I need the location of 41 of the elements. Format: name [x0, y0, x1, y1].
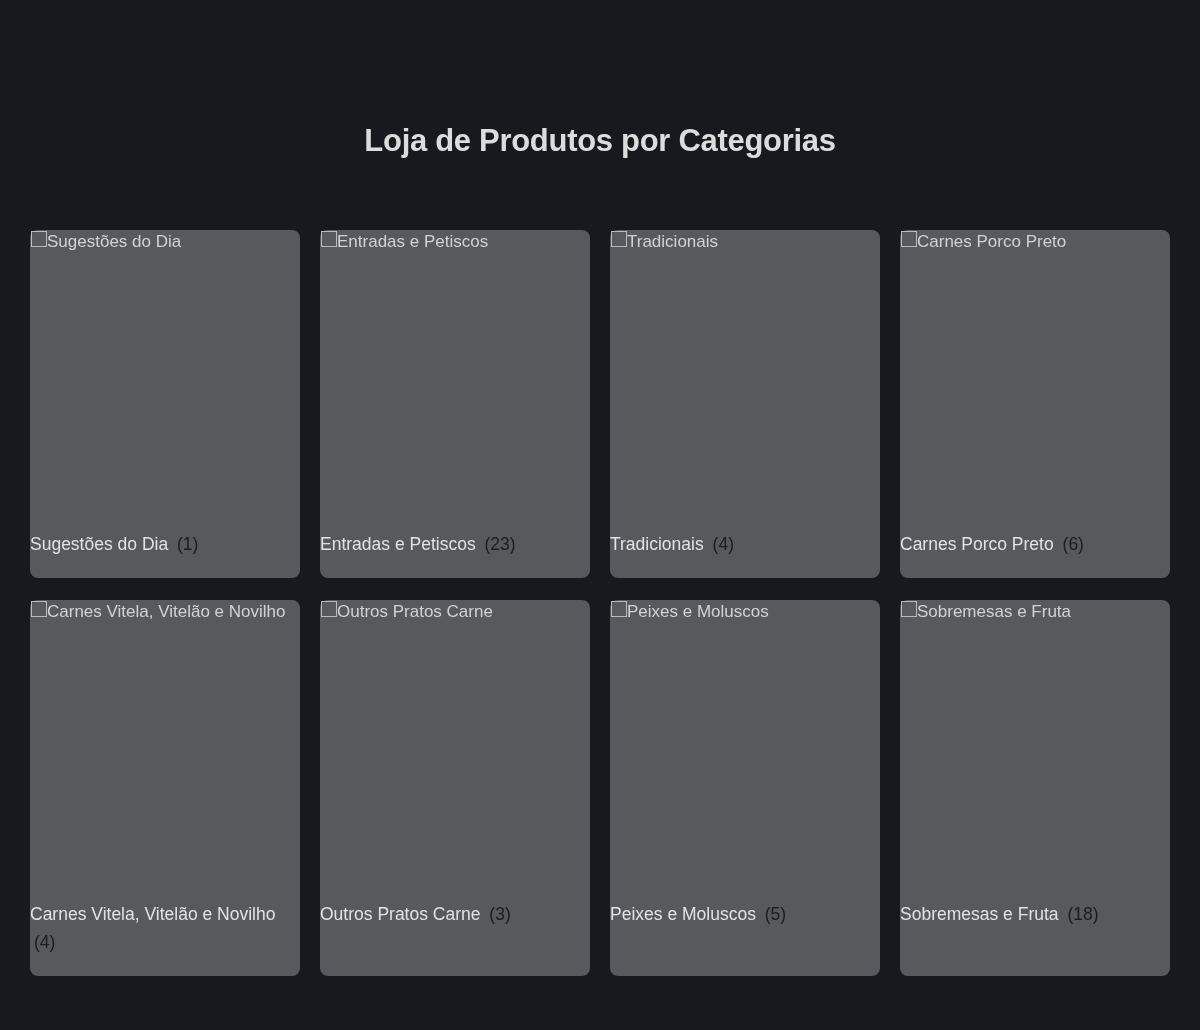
broken-image-icon	[901, 601, 917, 617]
category-name: Outros Pratos Carne	[320, 904, 481, 924]
broken-image-icon	[611, 601, 627, 617]
broken-image-icon	[321, 231, 337, 247]
product-count: (18)	[1067, 903, 1099, 926]
product-count: (4)	[34, 931, 56, 954]
category-name: Tradicionais	[610, 534, 704, 554]
product-count: (3)	[489, 903, 511, 926]
image-alt-text: Peixes e Moluscos	[627, 601, 769, 623]
broken-image-icon	[31, 231, 47, 247]
category-card[interactable]: Sugestões do Dia Sugestões do Dia (1)	[30, 230, 300, 578]
broken-image-icon	[611, 231, 627, 247]
product-count: (1)	[177, 533, 199, 556]
page-title: Loja de Produtos por Categorias	[363, 122, 837, 160]
broken-image-icon	[321, 601, 337, 617]
category-name: Entradas e Petiscos	[320, 534, 476, 554]
image-alt-text: Entradas e Petiscos	[337, 231, 489, 253]
category-card[interactable]: Carnes Vitela, Vitelão e Novilho Carnes Vitela, Vitelão e Novilho (4)	[30, 600, 300, 976]
product-count: (23)	[484, 533, 516, 556]
broken-image-icon	[31, 601, 47, 617]
category-name: Carnes Vitela, Vitelão e Novilho	[30, 904, 276, 924]
category-card[interactable]: Peixes e Moluscos Peixes e Moluscos (5)	[610, 600, 880, 976]
image-alt-text: Carnes Porco Preto	[917, 231, 1067, 253]
image-alt-text: Carnes Vitela, Vitelão e Novilho	[47, 601, 286, 623]
image-alt-text: Sobremesas e Fruta	[917, 601, 1071, 623]
product-count: (6)	[1062, 533, 1084, 556]
category-name: Carnes Porco Preto	[900, 534, 1054, 554]
broken-image-icon	[901, 231, 917, 247]
category-name: Peixes e Moluscos	[610, 904, 756, 924]
category-name: Sugestões do Dia	[30, 534, 169, 554]
category-card[interactable]: Tradicionais Tradicionais (4)	[610, 230, 880, 578]
category-card[interactable]: Sobremesas e Fruta Sobremesas e Fruta (18)	[900, 600, 1170, 976]
image-alt-text: Sugestões do Dia	[47, 231, 182, 253]
category-card[interactable]: Carnes Porco Preto Carnes Porco Preto (6)	[900, 230, 1170, 578]
product-count: (5)	[764, 903, 787, 926]
category-name: Sobremesas e Fruta	[900, 904, 1059, 924]
image-alt-text: Outros Pratos Carne	[337, 601, 493, 623]
category-card[interactable]: Outros Pratos Carne Outros Pratos Carne (3)	[320, 600, 590, 976]
image-alt-text: Tradicionais	[627, 231, 719, 253]
product-count: (4)	[712, 533, 734, 556]
category-card[interactable]: Entradas e Petiscos Entradas e Petiscos (23)	[320, 230, 590, 578]
